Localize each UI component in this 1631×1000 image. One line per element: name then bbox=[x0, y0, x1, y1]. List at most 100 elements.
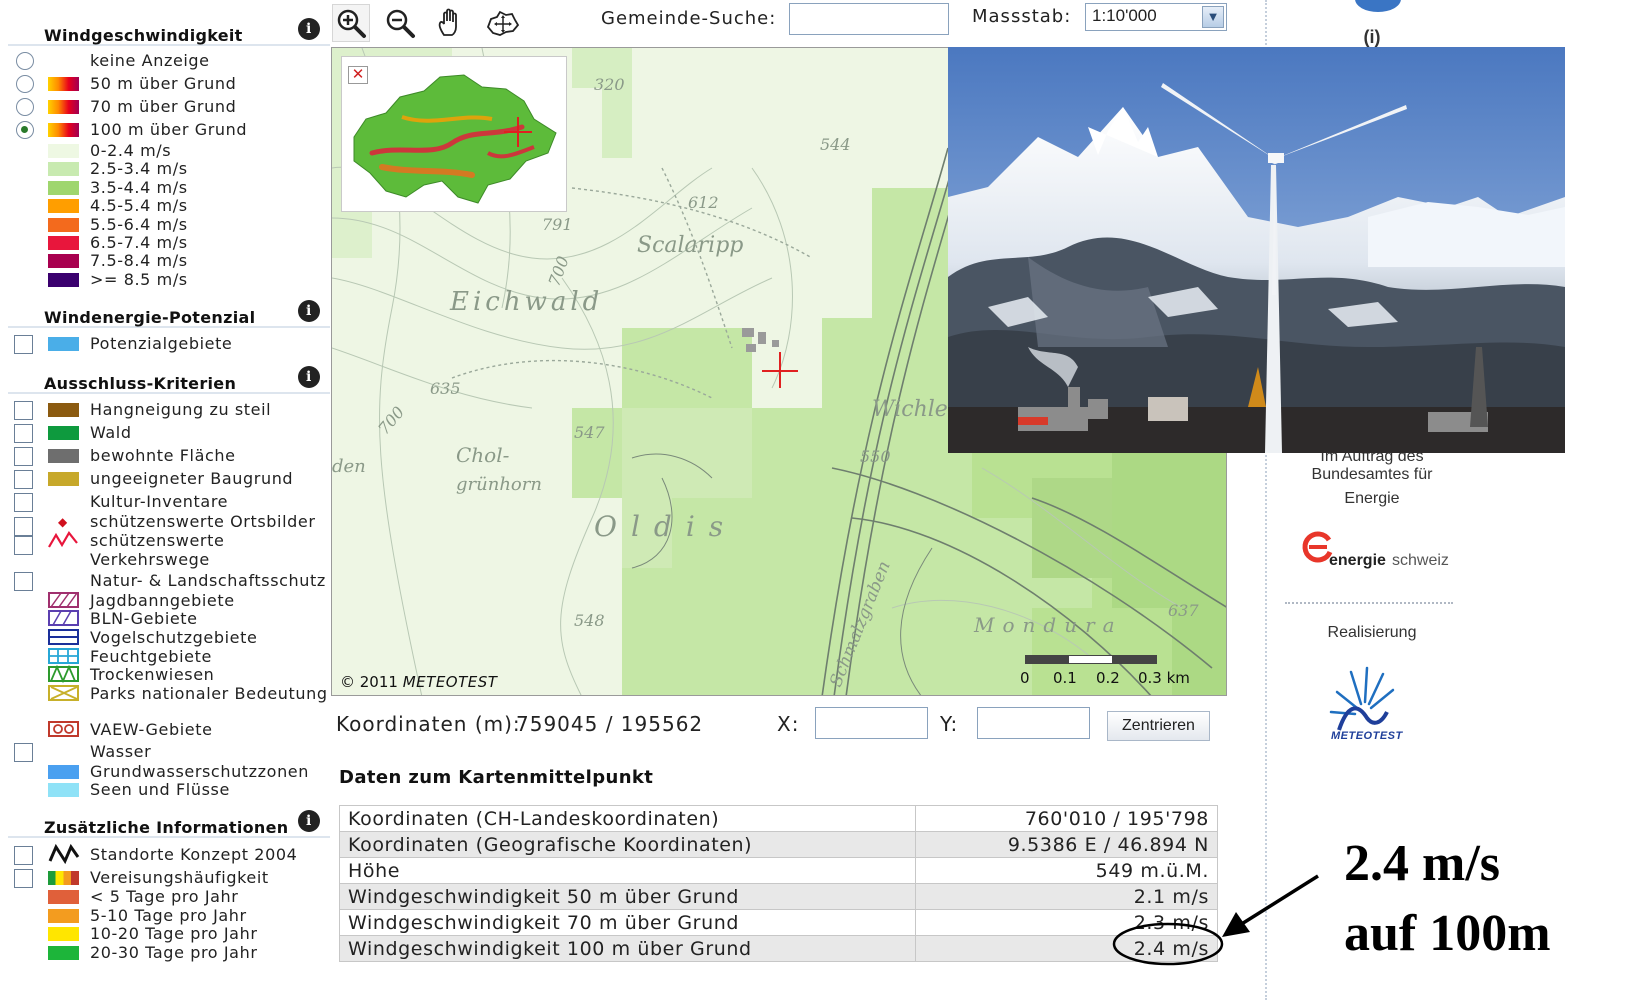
table-row: Höhe 549 m.ü.M. bbox=[339, 857, 1218, 884]
layer-wald[interactable]: Wald bbox=[0, 423, 335, 443]
wind-class-item: 0-2.4 m/s bbox=[0, 141, 335, 161]
wind-class-item: 6.5-7.4 m/s bbox=[0, 233, 335, 253]
meteotest-logo[interactable]: METEOTEST bbox=[1327, 666, 1417, 746]
info-icon[interactable]: i bbox=[298, 300, 320, 322]
legend-panel: Windgeschwindigkeit i keine Anzeige 50 m… bbox=[0, 0, 335, 1000]
elevation-label: 791 bbox=[542, 215, 573, 234]
info-icon[interactable]: i bbox=[298, 366, 320, 388]
wind-option-70m[interactable]: 70 m über Grund bbox=[0, 97, 335, 117]
energieschweiz-logo[interactable]: energie schweiz bbox=[1301, 530, 1471, 574]
color-swatch bbox=[48, 927, 79, 941]
checkbox[interactable] bbox=[14, 493, 33, 512]
chevron-down-icon[interactable]: ▼ bbox=[1202, 6, 1224, 28]
gemeinde-search-label: Gemeinde-Suche: bbox=[601, 8, 777, 29]
full-extent-button[interactable] bbox=[480, 4, 524, 42]
wind-option-50m[interactable]: 50 m über Grund bbox=[0, 74, 335, 94]
checkbox[interactable] bbox=[14, 335, 33, 354]
layer-kultur-inventare[interactable]: Kultur-Inventare bbox=[0, 492, 335, 512]
class-label: 3.5-4.4 m/s bbox=[90, 177, 188, 197]
place-label: Scalaripp bbox=[637, 233, 743, 258]
wind-option-none[interactable]: keine Anzeige bbox=[0, 51, 335, 71]
checkbox[interactable] bbox=[14, 447, 33, 466]
gradient-swatch bbox=[48, 123, 79, 137]
checkbox[interactable] bbox=[14, 572, 33, 591]
layer-standorte[interactable]: Standorte Konzept 2004 bbox=[0, 843, 335, 865]
row-value: 549 m.ü.M. bbox=[915, 857, 1218, 884]
layer-label: Vogelschutzgebiete bbox=[90, 628, 258, 647]
option-label: 70 m über Grund bbox=[90, 97, 237, 116]
auftrag-text: Energie bbox=[1344, 490, 1400, 507]
gemeinde-search-input[interactable] bbox=[789, 3, 949, 35]
color-swatch bbox=[48, 472, 79, 486]
wind-class-item: 7.5-8.4 m/s bbox=[0, 251, 335, 271]
checkbox[interactable] bbox=[14, 846, 33, 865]
color-swatch bbox=[48, 199, 79, 214]
color-swatch bbox=[48, 783, 79, 797]
elevation-label: 550 bbox=[860, 447, 891, 466]
row-label: Windgeschwindigkeit 100 m über Grund bbox=[339, 935, 916, 962]
zoom-in-button[interactable] bbox=[332, 4, 370, 42]
layer-bewohnt[interactable]: bewohnte Fläche bbox=[0, 446, 335, 466]
hatch-pattern-icon bbox=[48, 721, 79, 737]
hatch-pattern-icon bbox=[48, 685, 79, 701]
info-icon[interactable]: i bbox=[298, 18, 320, 40]
radio-button[interactable] bbox=[16, 52, 34, 70]
layer-baugrund[interactable]: ungeeigneter Baugrund bbox=[0, 469, 335, 489]
class-label: 7.5-8.4 m/s bbox=[90, 251, 188, 271]
checkbox[interactable] bbox=[14, 536, 33, 555]
checkbox[interactable] bbox=[14, 743, 33, 762]
layer-verkehrswege[interactable]: schützenswerte Verkehrswege bbox=[0, 531, 335, 571]
radio-button-selected[interactable] bbox=[16, 121, 34, 139]
overview-map[interactable]: ✕ bbox=[341, 56, 567, 212]
scale-label: 0.3 km bbox=[1138, 669, 1190, 687]
layer-label: Grundwasserschutzzonen bbox=[90, 762, 309, 781]
massstab-select[interactable]: 1:10'000 ▼ bbox=[1085, 3, 1227, 31]
place-label: Chol- bbox=[456, 443, 510, 467]
map-copyright: © 2011 METEOTEST bbox=[340, 673, 497, 691]
radio-button[interactable] bbox=[16, 75, 34, 93]
legend-ice-class: 10-20 Tage pro Jahr bbox=[0, 924, 335, 944]
zoom-out-button[interactable] bbox=[381, 4, 419, 42]
layer-vereisung[interactable]: Vereisungshäufigkeit bbox=[0, 868, 335, 888]
wind-class-item: 4.5-5.4 m/s bbox=[0, 196, 335, 216]
row-label: Windgeschwindigkeit 70 m über Grund bbox=[339, 909, 916, 936]
pan-button[interactable] bbox=[431, 4, 469, 42]
layer-label: Jagdbanngebiete bbox=[90, 591, 235, 610]
checkbox[interactable] bbox=[14, 401, 33, 420]
diamond-icon: ◆ bbox=[58, 515, 68, 529]
layer-wasser[interactable]: Wasser bbox=[0, 742, 335, 762]
y-input[interactable] bbox=[977, 707, 1090, 739]
radio-button[interactable] bbox=[16, 98, 34, 116]
layer-naturschutz[interactable]: Natur- & Landschaftsschutz bbox=[0, 571, 335, 591]
arrow-head-icon bbox=[1222, 912, 1250, 937]
class-label: 10-20 Tage pro Jahr bbox=[90, 924, 258, 943]
checkbox[interactable] bbox=[14, 869, 33, 888]
option-label: 100 m über Grund bbox=[90, 120, 248, 139]
x-label: X: bbox=[777, 712, 800, 736]
legend-vaew-gebiete: VAEW-Gebiete bbox=[0, 720, 335, 740]
logo-blob-icon bbox=[1355, 0, 1401, 12]
row-label: Koordinaten (CH-Landeskoordinaten) bbox=[339, 805, 916, 832]
layer-potenzialgebiete[interactable]: Potenzialgebiete bbox=[0, 334, 335, 354]
checkbox[interactable] bbox=[14, 424, 33, 443]
zentrieren-button[interactable]: Zentrieren bbox=[1107, 711, 1210, 741]
table-row: Windgeschwindigkeit 70 m über Grund 2.3 m… bbox=[339, 909, 1218, 936]
place-label: Oldis bbox=[594, 510, 737, 543]
pan-hand-icon bbox=[438, 8, 457, 36]
logo-text-light: schweiz bbox=[1392, 552, 1449, 569]
table-row: Koordinaten (Geografische Koordinaten) 9.… bbox=[339, 831, 1218, 858]
scale-label: 0.2 bbox=[1096, 669, 1120, 687]
place-label: den bbox=[332, 456, 366, 477]
layer-label: bewohnte Fläche bbox=[90, 446, 236, 465]
info-icon[interactable]: i bbox=[298, 810, 320, 832]
ausschluss-section-header: Ausschluss-Kriterien i bbox=[8, 366, 330, 394]
checkbox[interactable] bbox=[14, 470, 33, 489]
layer-label: Kultur-Inventare bbox=[90, 492, 229, 511]
layer-label: VAEW-Gebiete bbox=[90, 720, 213, 739]
x-input[interactable] bbox=[815, 707, 928, 739]
layer-label: Hangneigung zu steil bbox=[90, 400, 272, 419]
option-label: keine Anzeige bbox=[90, 51, 210, 70]
wind-option-100m[interactable]: 100 m über Grund bbox=[0, 120, 335, 140]
layer-hangneigung[interactable]: Hangneigung zu steil bbox=[0, 400, 335, 420]
zusatz-section-header: Zusätzliche Informationen i bbox=[8, 810, 330, 838]
